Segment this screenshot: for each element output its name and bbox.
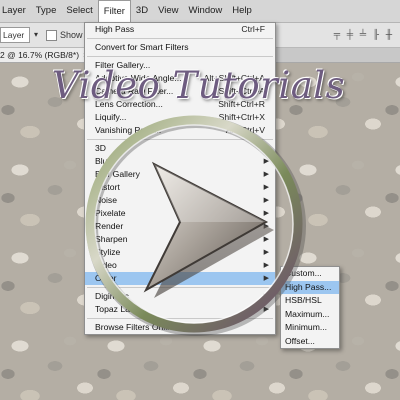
- video-tutorials-title: Video Tutorials: [52, 64, 346, 107]
- play-icon[interactable]: [0, 0, 400, 400]
